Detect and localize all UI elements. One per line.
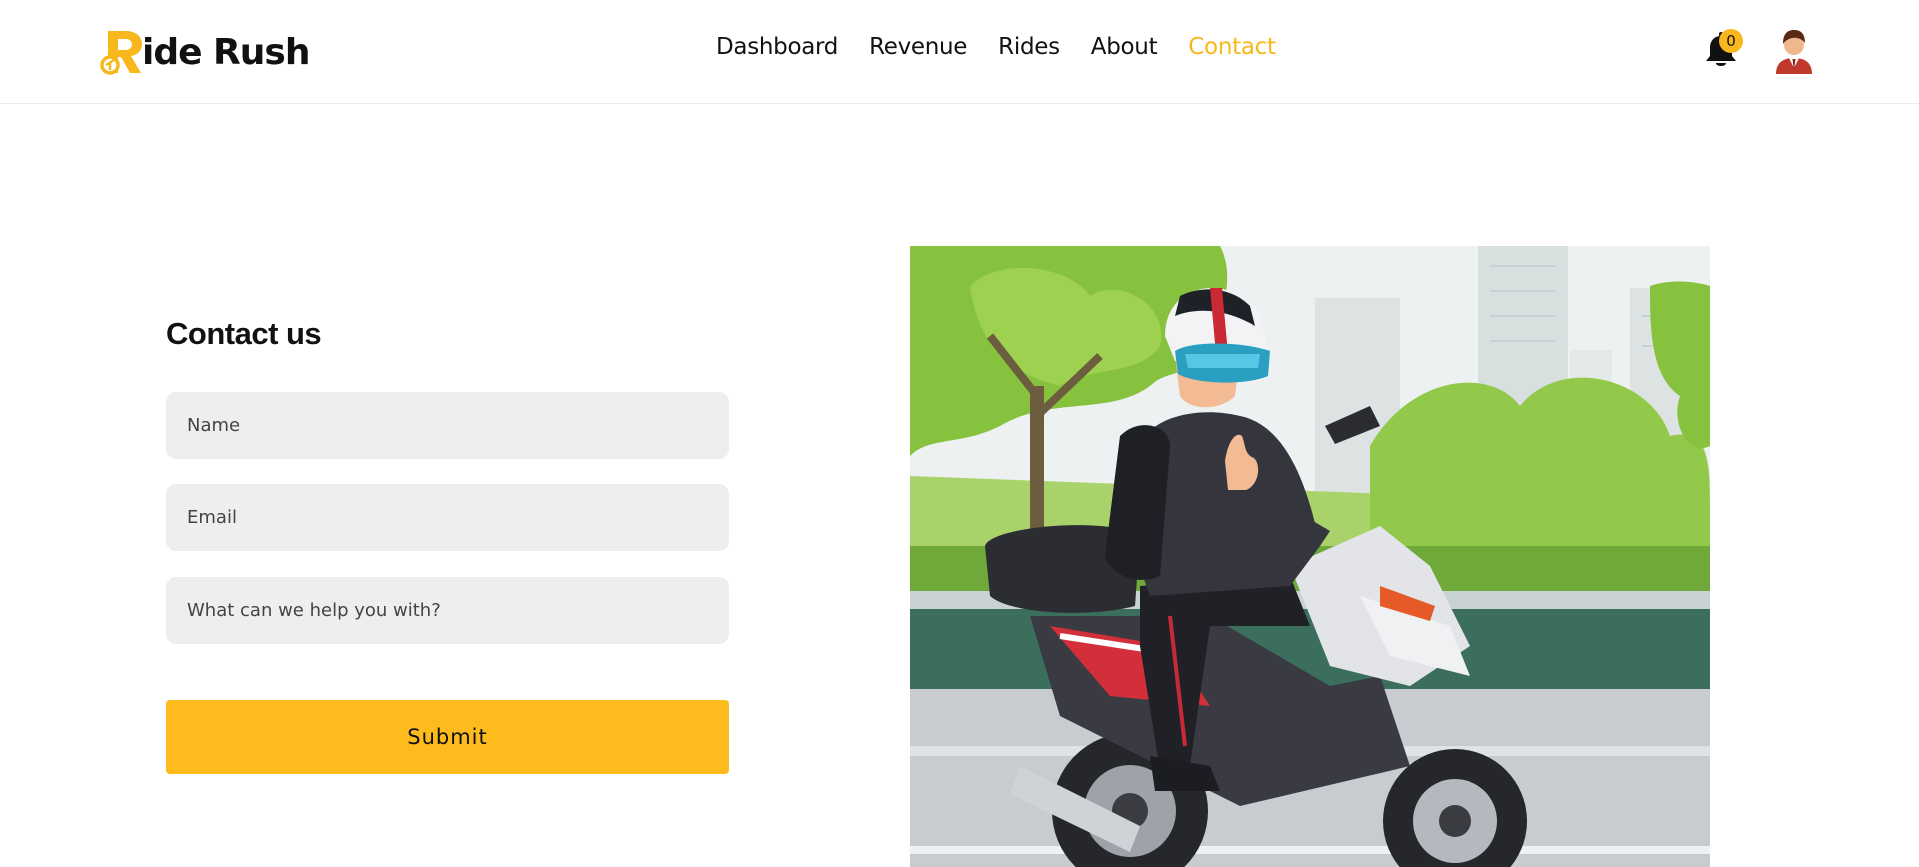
notification-badge: 0	[1719, 29, 1743, 53]
scooter-rider-illustration	[910, 246, 1710, 867]
top-navbar: ide Rush Dashboard Revenue Rides About C…	[0, 0, 1919, 104]
contact-title: Contact us	[166, 316, 322, 351]
nav-rides[interactable]: Rides	[998, 34, 1060, 60]
nav-contact[interactable]: Contact	[1188, 34, 1276, 60]
email-input[interactable]	[166, 484, 729, 551]
brand-logo[interactable]: ide Rush	[100, 24, 310, 80]
user-avatar[interactable]	[1772, 26, 1816, 74]
main-nav: Dashboard Revenue Rides About Contact	[716, 34, 1276, 60]
submit-button[interactable]: Submit	[166, 700, 729, 774]
nav-revenue[interactable]: Revenue	[869, 34, 967, 60]
logo-mark-icon	[100, 31, 142, 75]
nav-dashboard[interactable]: Dashboard	[716, 34, 838, 60]
brand-name: ide Rush	[142, 31, 310, 73]
nav-about[interactable]: About	[1091, 34, 1158, 60]
message-input[interactable]	[166, 577, 729, 644]
name-input[interactable]	[166, 392, 729, 459]
